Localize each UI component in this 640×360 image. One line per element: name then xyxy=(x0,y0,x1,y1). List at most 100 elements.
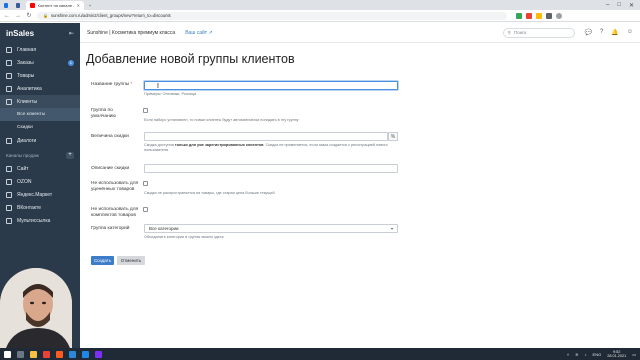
chat-icon[interactable]: 💬 xyxy=(585,29,592,36)
sidebar-item-home[interactable]: Главная xyxy=(0,43,80,56)
sidebar-item-label: Скидки xyxy=(17,125,33,130)
sidebar-subitem-all-clients[interactable]: Все клиенты xyxy=(0,108,80,121)
maximize-icon[interactable]: □ xyxy=(617,2,621,9)
category-group-select[interactable]: Все категории ▾ xyxy=(144,224,398,233)
sidebar-item-label: Все клиенты xyxy=(17,112,46,117)
discount-input[interactable] xyxy=(144,132,388,141)
sidebar-subitem-discounts[interactable]: Скидки xyxy=(0,121,80,134)
close-tab-icon[interactable]: ✕ xyxy=(77,3,80,8)
browser-toolbar: ← → ↻ 🔒 sunshine.com.ru/admin2/client_gr… xyxy=(0,10,640,22)
analytics-icon xyxy=(6,85,12,92)
minimize-icon[interactable]: – xyxy=(606,2,609,9)
add-channel-button[interactable]: + xyxy=(66,152,74,159)
extension-icon[interactable] xyxy=(546,12,552,19)
dialogs-icon xyxy=(6,137,12,144)
notifications-icon[interactable]: 🔔 xyxy=(611,29,618,36)
sidebar-item-dialogs[interactable]: Диалоги xyxy=(0,134,80,147)
sidebar-item-clients[interactable]: Клиенты xyxy=(0,95,80,108)
browser-tab-pinned-2[interactable] xyxy=(12,1,24,10)
reload-icon[interactable]: ↻ xyxy=(26,12,32,19)
new-tab-button[interactable]: + xyxy=(84,1,96,10)
category-group-value: Все категории xyxy=(149,226,179,231)
user-menu-icon[interactable]: ☺ xyxy=(627,29,633,36)
tray-arrow-icon[interactable]: ˄ xyxy=(567,352,569,357)
presenter-video xyxy=(0,268,72,348)
text-cursor-icon: I xyxy=(157,83,159,90)
discount-hint-pre: Скидка доступна xyxy=(144,143,175,147)
sidebar-item-label: Сайт xyxy=(17,165,29,172)
language-indicator[interactable]: ENG xyxy=(593,352,602,357)
extension-icon[interactable] xyxy=(516,12,522,19)
extension-icon[interactable] xyxy=(536,12,542,19)
sidebar-item-label: Главная xyxy=(17,46,37,53)
chrome-icon[interactable] xyxy=(43,350,50,358)
group-name-input[interactable] xyxy=(144,81,398,90)
sidebar-item-site[interactable]: Сайт xyxy=(0,162,80,175)
sidebar-item-multilink[interactable]: Мультиссылка xyxy=(0,214,80,227)
sales-channels-label: Каналы продаж xyxy=(6,153,39,158)
app-logo: inSales xyxy=(6,28,35,38)
no-discounted-label: Не использовать для уценённых товаров xyxy=(91,181,139,192)
default-group-checkbox[interactable] xyxy=(143,108,148,113)
clock[interactable]: 9:52 28.01.2021 xyxy=(607,350,626,359)
telegram-icon[interactable] xyxy=(69,350,76,358)
notifications-center-icon[interactable]: ▭ xyxy=(632,352,636,357)
premiere-icon[interactable] xyxy=(95,350,102,358)
extension-icon[interactable] xyxy=(526,12,532,19)
name-label-text: Название группы xyxy=(91,82,130,87)
your-site-label: Ваш сайт xyxy=(185,29,208,36)
products-icon xyxy=(6,72,12,79)
search-icon[interactable] xyxy=(17,350,24,358)
url-text: sunshine.com.ru/admin2/client_groups/new… xyxy=(50,13,171,18)
browser-tab-active[interactable]: Контент на канале - YouTube Studio ✕ xyxy=(26,1,84,10)
topbar-icons: 💬 ? 🔔 ☺ xyxy=(585,29,633,36)
forward-icon[interactable]: → xyxy=(15,13,21,19)
description-input[interactable] xyxy=(144,164,398,173)
sidebar-item-orders[interactable]: Заказы 1 xyxy=(0,56,80,69)
sidebar-item-label: ВКонтакте xyxy=(17,204,42,211)
sidebar-item-ozon[interactable]: OZON xyxy=(0,175,80,188)
category-group-label: Группа категорий xyxy=(91,226,130,231)
favicon-icon xyxy=(4,3,8,8)
clients-icon xyxy=(6,98,12,105)
name-hint: Примеры: Оптовики, Розница xyxy=(144,92,197,96)
browser-tab-bar: Контент на канале - YouTube Studio ✕ + –… xyxy=(0,0,640,10)
cancel-button[interactable]: Отменить xyxy=(117,256,145,265)
volume-icon[interactable]: ♪ xyxy=(585,352,587,357)
network-icon[interactable]: ≋ xyxy=(575,352,578,357)
no-bundles-label: Не использовать для комплектов товаров xyxy=(91,207,139,218)
search-placeholder: Поиск xyxy=(513,30,527,35)
windows-taskbar: ˄ ≋ ♪ ENG 9:52 28.01.2021 ▭ xyxy=(0,348,640,360)
start-icon[interactable] xyxy=(4,350,11,358)
app-icon[interactable] xyxy=(56,350,63,358)
external-link-icon: ↗ xyxy=(208,29,213,36)
no-discounted-checkbox[interactable] xyxy=(143,181,148,186)
page-title: Добавление новой группы клиентов xyxy=(86,52,295,66)
percent-unit-button[interactable]: % xyxy=(388,132,398,141)
create-button[interactable]: Создать xyxy=(91,256,114,265)
search-input[interactable]: ⚲ Поиск xyxy=(502,27,575,38)
main-content: Добавление новой группы клиентов Названи… xyxy=(80,43,640,348)
sidebar-item-products[interactable]: Товары xyxy=(0,69,80,82)
sidebar-item-label: OZON xyxy=(17,178,32,185)
app-icon[interactable] xyxy=(82,350,89,358)
your-site-link[interactable]: Ваш сайт ↗ xyxy=(185,30,212,36)
ozon-icon xyxy=(6,178,12,185)
back-icon[interactable]: ← xyxy=(4,13,10,19)
window-controls: – □ ✕ xyxy=(600,2,640,9)
sidebar-item-yandex-market[interactable]: Яндекс.Маркет xyxy=(0,188,80,201)
sidebar-item-label: Заказы xyxy=(17,59,34,66)
browser-tab-pinned-1[interactable] xyxy=(0,1,12,10)
close-window-icon[interactable]: ✕ xyxy=(629,2,634,9)
address-bar[interactable]: 🔒 sunshine.com.ru/admin2/client_groups/n… xyxy=(37,11,507,20)
folder-icon[interactable] xyxy=(30,350,37,358)
extensions xyxy=(516,12,562,19)
yandex-market-icon xyxy=(6,191,12,198)
no-bundles-checkbox[interactable] xyxy=(143,207,148,212)
help-icon[interactable]: ? xyxy=(600,29,603,36)
sidebar-item-vk[interactable]: ВКонтакте xyxy=(0,201,80,214)
category-group-hint: Объединить категории в группы можно здес… xyxy=(144,235,224,239)
collapse-sidebar-icon[interactable]: ⇤ xyxy=(69,30,74,37)
sidebar-item-analytics[interactable]: Аналитика xyxy=(0,82,80,95)
profile-avatar[interactable] xyxy=(556,12,562,19)
